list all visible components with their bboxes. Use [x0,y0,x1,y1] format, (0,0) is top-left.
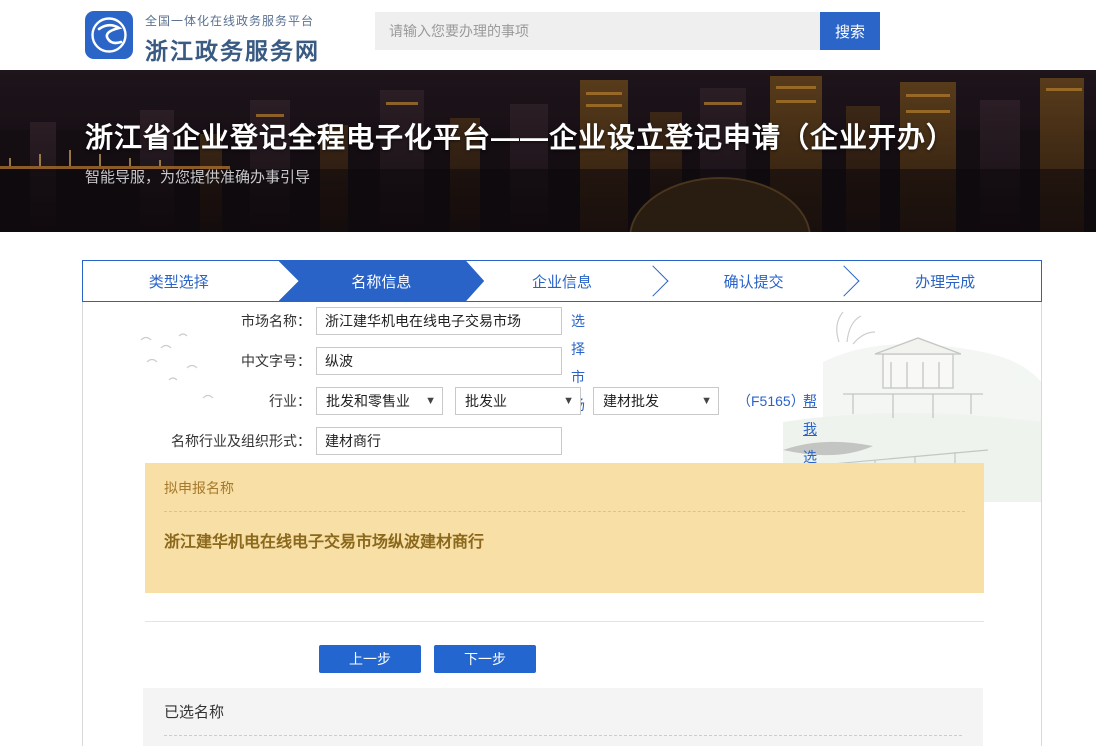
chevron-down-icon: ▼ [425,388,436,414]
form-card: 市场名称： 选择市场 中文字号： 行业： 批发和零售业 ▼ 批发业 ▼ 建材批发… [82,302,1042,746]
top-header: 全国一体化在线政务服务平台 浙江政务服务网 搜索 [0,0,1096,70]
search-bar: 搜索 [375,12,880,50]
page-subtitle: 智能导服，为您提供准确办事引导 [85,166,310,187]
hero-banner: 浙江省企业登记全程电子化平台——企业设立登记申请（企业开办） 智能导服，为您提供… [0,70,1096,232]
chinese-name-label: 中文字号： [83,347,311,375]
site-name: 浙江政务服务网 [145,32,320,66]
org-form-input[interactable] [316,427,562,455]
chevron-down-icon: ▼ [701,388,712,414]
selected-names-section: 已选名称 [143,688,983,746]
org-form-label: 名称行业及组织形式： [83,427,311,455]
wizard-steps: 类型选择 企业信息 确认提交 办理完成 名称信息 [82,260,1042,302]
step-company-info[interactable]: 企业信息 [466,261,658,301]
proposed-name-title: 拟申报名称 [164,478,965,498]
dashed-divider [164,735,962,736]
industry-code: （F5165） [737,387,805,415]
market-name-label: 市场名称： [83,307,311,335]
step-name-info-active[interactable]: 名称信息 [279,261,485,301]
industry-label: 行业： [83,387,311,415]
page-title: 浙江省企业登记全程电子化平台——企业设立登记申请（企业开办） [85,116,955,156]
market-name-input[interactable] [316,307,562,335]
chinese-name-input[interactable] [316,347,562,375]
step-confirm-submit[interactable]: 确认提交 [658,261,850,301]
industry-select-level2[interactable]: 批发业 ▼ [455,387,581,415]
selected-names-title: 已选名称 [164,701,962,722]
industry-select-level1[interactable]: 批发和零售业 ▼ [316,387,443,415]
section-divider [145,621,984,622]
previous-step-button[interactable]: 上一步 [319,645,421,673]
step-type-select[interactable]: 类型选择 [83,261,275,301]
next-step-button[interactable]: 下一步 [434,645,536,673]
proposed-name-value: 浙江建华机电在线电子交易市场纵波建材商行 [164,528,965,552]
site-logo-icon [85,11,133,59]
industry-select-level3[interactable]: 建材批发 ▼ [593,387,719,415]
platform-name: 全国一体化在线政务服务平台 [145,12,320,29]
site-logo-text: 全国一体化在线政务服务平台 浙江政务服务网 [145,12,320,66]
proposed-name-box: 拟申报名称 浙江建华机电在线电子交易市场纵波建材商行 [145,463,984,593]
chevron-down-icon: ▼ [563,388,574,414]
dashed-divider [164,511,965,512]
search-input[interactable] [375,12,820,50]
search-button[interactable]: 搜索 [820,12,880,50]
step-complete[interactable]: 办理完成 [849,261,1041,301]
